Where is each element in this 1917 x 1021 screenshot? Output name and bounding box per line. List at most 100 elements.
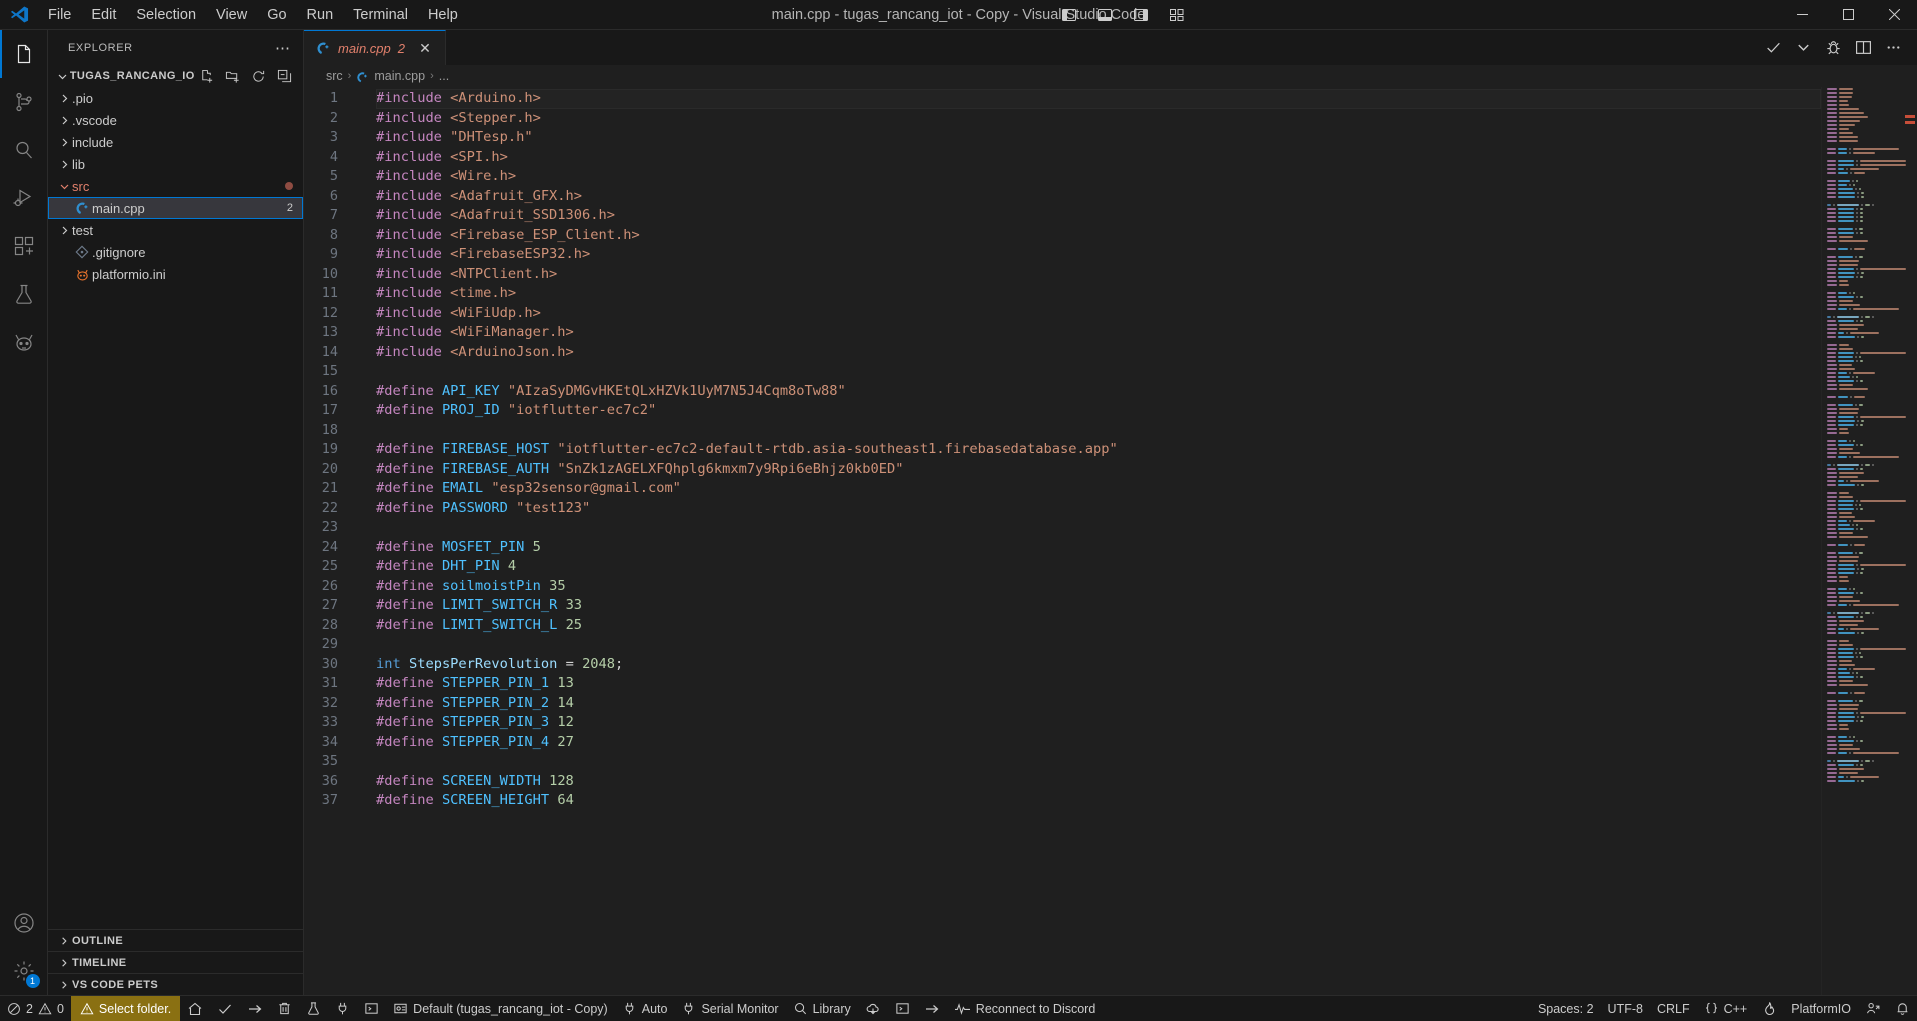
tree-item-test[interactable]: test xyxy=(48,219,303,241)
code-line[interactable]: #include <Adafruit_SSD1306.h> xyxy=(376,206,1821,226)
breadcrumb-main-cpp[interactable]: main.cpp xyxy=(356,69,425,84)
section-vs-code-pets[interactable]: VS CODE PETS xyxy=(48,973,303,995)
status-pio-library[interactable]: Library xyxy=(786,996,858,1021)
new-folder-icon[interactable] xyxy=(221,65,243,87)
activity-extensions[interactable] xyxy=(0,222,48,270)
status-pio-upload[interactable] xyxy=(240,996,270,1021)
status-pio-build[interactable] xyxy=(210,996,240,1021)
code-line[interactable]: #include <Adafruit_GFX.h> xyxy=(376,187,1821,207)
tree-item-gitignore[interactable]: .gitignore xyxy=(48,241,303,263)
status-pio-clean[interactable] xyxy=(270,996,299,1021)
code-line[interactable]: int StepsPerRevolution = 2048; xyxy=(376,655,1821,675)
breadcrumb-symbols[interactable]: ... xyxy=(439,69,449,83)
code-line[interactable]: #define STEPPER_PIN_1 13 xyxy=(376,674,1821,694)
status-pio-home[interactable] xyxy=(180,996,210,1021)
tree-item-platformio-ini[interactable]: platformio.ini xyxy=(48,263,303,285)
code-line[interactable]: #include <Wire.h> xyxy=(376,167,1821,187)
toggle-secondary-sidebar-icon[interactable] xyxy=(1123,0,1159,30)
status-platformio[interactable]: PlatformIO xyxy=(1784,996,1858,1021)
code-line[interactable] xyxy=(376,362,1821,382)
maximize-button[interactable] xyxy=(1825,0,1871,30)
status-pio-serial-monitor[interactable]: Serial Monitor xyxy=(674,996,785,1021)
activity-search[interactable] xyxy=(0,126,48,174)
close-icon[interactable]: ✕ xyxy=(415,38,435,58)
status-eol[interactable]: CRLF xyxy=(1650,996,1697,1021)
activity-settings[interactable]: 1 xyxy=(0,947,48,995)
more-actions-icon[interactable] xyxy=(1879,34,1907,62)
tree-root-folder[interactable]: TUGAS_RANCANG_IOT ... xyxy=(48,65,303,87)
tree-item-include[interactable]: include xyxy=(48,131,303,153)
collapse-all-icon[interactable] xyxy=(273,65,295,87)
check-icon[interactable] xyxy=(1759,34,1787,62)
status-pio-remote[interactable] xyxy=(858,996,888,1021)
sidebar-more-actions-icon[interactable]: ⋯ xyxy=(275,39,291,57)
code-line[interactable]: #define PROJ_ID "iotflutter-ec7c2" xyxy=(376,401,1821,421)
code-line[interactable]: #include <Stepper.h> xyxy=(376,109,1821,129)
breadcrumb-src[interactable]: src xyxy=(326,69,343,83)
status-pio-auto-port[interactable]: Auto xyxy=(615,996,675,1021)
minimize-button[interactable] xyxy=(1779,0,1825,30)
status-cpp-intellisense[interactable] xyxy=(1754,996,1784,1021)
code-scroll-area[interactable]: 1234567891011121314151617181920212223242… xyxy=(304,87,1821,995)
code-line[interactable]: #define MOSFET_PIN 5 xyxy=(376,538,1821,558)
menu-run[interactable]: Run xyxy=(297,0,344,30)
status-pio-serial[interactable] xyxy=(328,996,357,1021)
code-line[interactable]: #include <Firebase_ESP_Client.h> xyxy=(376,226,1821,246)
code-line[interactable]: #include <NTPClient.h> xyxy=(376,265,1821,285)
code-line[interactable]: #define FIREBASE_HOST "iotflutter-ec7c2-… xyxy=(376,440,1821,460)
tree-item-lib[interactable]: lib xyxy=(48,153,303,175)
code-line[interactable]: #define STEPPER_PIN_3 12 xyxy=(376,713,1821,733)
activity-platformio[interactable] xyxy=(0,318,48,366)
code-line[interactable]: #define LIMIT_SWITCH_R 33 xyxy=(376,596,1821,616)
menu-help[interactable]: Help xyxy=(418,0,468,30)
status-discord[interactable]: Reconnect to Discord xyxy=(947,996,1103,1021)
tree-item-src[interactable]: src xyxy=(48,175,303,197)
code-line[interactable]: #define PASSWORD "test123" xyxy=(376,499,1821,519)
section-timeline[interactable]: TIMELINE xyxy=(48,951,303,973)
tab-main-cpp[interactable]: main.cpp 2 ✕ xyxy=(304,30,446,65)
chevron-down-icon[interactable] xyxy=(1789,34,1817,62)
activity-accounts[interactable] xyxy=(0,899,48,947)
close-button[interactable] xyxy=(1871,0,1917,30)
code-line[interactable] xyxy=(376,421,1821,441)
activity-testing[interactable] xyxy=(0,270,48,318)
tree-item-pio[interactable]: .pio xyxy=(48,87,303,109)
menu-edit[interactable]: Edit xyxy=(81,0,126,30)
status-pio-test[interactable] xyxy=(299,996,328,1021)
code-line[interactable]: #define SCREEN_HEIGHT 64 xyxy=(376,791,1821,811)
menu-selection[interactable]: Selection xyxy=(126,0,206,30)
code-line[interactable] xyxy=(376,518,1821,538)
activity-run-and-debug[interactable] xyxy=(0,174,48,222)
status-notifications[interactable] xyxy=(1888,996,1917,1021)
status-pio-run-terminal[interactable] xyxy=(888,996,917,1021)
status-pio-deploy[interactable] xyxy=(917,996,947,1021)
code-line[interactable]: #define DHT_PIN 4 xyxy=(376,557,1821,577)
code-line[interactable]: #include <ArduinoJson.h> xyxy=(376,343,1821,363)
status-pio-env[interactable]: Default (tugas_rancang_iot - Copy) xyxy=(386,996,615,1021)
status-language-mode[interactable]: C++ xyxy=(1697,996,1755,1021)
code-line[interactable]: #define API_KEY "AIzaSyDMGvHKEtQLxHZVk1U… xyxy=(376,382,1821,402)
split-editor-icon[interactable] xyxy=(1849,34,1877,62)
code-line[interactable]: #include <Arduino.h> xyxy=(376,89,1821,109)
code-line[interactable]: #include <FirebaseESP32.h> xyxy=(376,245,1821,265)
code-line[interactable]: #include <SPI.h> xyxy=(376,148,1821,168)
code-line[interactable]: #define EMAIL "esp32sensor@gmail.com" xyxy=(376,479,1821,499)
code-line[interactable] xyxy=(376,635,1821,655)
status-problems[interactable]: 2 0 xyxy=(0,996,71,1021)
code-line[interactable]: #include <time.h> xyxy=(376,284,1821,304)
activity-source-control[interactable] xyxy=(0,78,48,126)
menu-view[interactable]: View xyxy=(206,0,257,30)
code-line[interactable]: #define soilmoistPin 35 xyxy=(376,577,1821,597)
minimap[interactable] xyxy=(1821,87,1917,995)
tree-item-main-cpp[interactable]: main.cpp 2 xyxy=(48,197,303,219)
code-line[interactable]: #include <WiFiManager.h> xyxy=(376,323,1821,343)
status-encoding[interactable]: UTF-8 xyxy=(1601,996,1650,1021)
code-line[interactable]: #include "DHTesp.h" xyxy=(376,128,1821,148)
menu-file[interactable]: File xyxy=(38,0,81,30)
refresh-icon[interactable] xyxy=(247,65,269,87)
code-line[interactable]: #define LIMIT_SWITCH_L 25 xyxy=(376,616,1821,636)
activity-explorer[interactable] xyxy=(0,30,48,78)
status-pio-terminal[interactable] xyxy=(357,996,386,1021)
section-outline[interactable]: OUTLINE xyxy=(48,929,303,951)
status-select-folder[interactable]: Select folder. xyxy=(71,996,180,1021)
